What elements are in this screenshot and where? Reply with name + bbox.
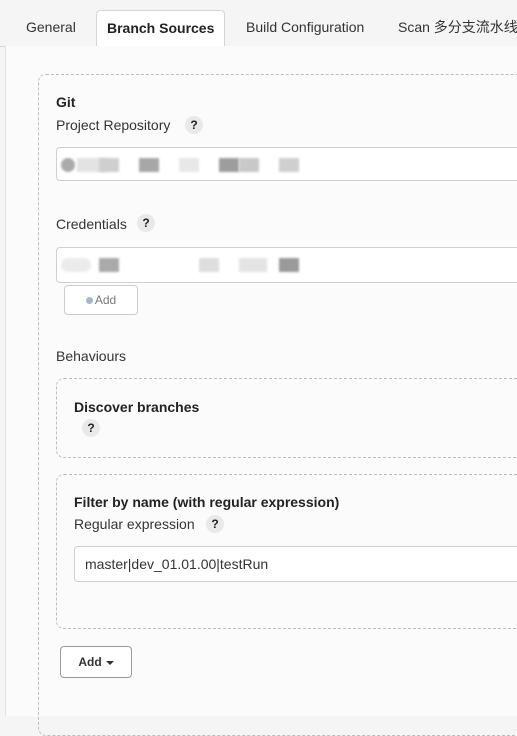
key-icon: [85, 297, 93, 305]
tab-build-configuration[interactable]: Build Configuration: [236, 10, 374, 46]
tab-scan[interactable]: Scan 多分支流水线: [388, 10, 517, 46]
tab-bar: General Branch Sources Build Configurati…: [0, 0, 517, 48]
redacted-value: [239, 158, 259, 172]
git-source-title: Git: [56, 94, 76, 110]
discover-branches-help-icon[interactable]: ?: [82, 419, 100, 437]
redacted-value: [199, 258, 219, 272]
tab-branch-sources[interactable]: Branch Sources: [96, 10, 226, 48]
branch-sources-panel: Git Project Repository ? Credentials ? A…: [5, 46, 517, 736]
add-behaviour-label: Add: [78, 655, 102, 669]
credentials-select[interactable]: [56, 247, 517, 283]
add-behaviour-button[interactable]: Add: [60, 646, 132, 678]
add-credentials-label: Add: [94, 293, 117, 307]
project-repository-label: Project Repository: [56, 117, 171, 133]
redacted-value: [179, 158, 199, 172]
redacted-value: [279, 158, 299, 172]
redacted-value: [279, 258, 299, 272]
regular-expression-input[interactable]: master|dev_01.01.00|testRun: [74, 546, 517, 582]
regular-expression-help-icon[interactable]: ?: [206, 515, 224, 533]
tab-general[interactable]: General: [16, 10, 86, 46]
redacted-value: [61, 258, 91, 272]
discover-branches-title: Discover branches: [74, 399, 200, 415]
project-repository-field[interactable]: [56, 147, 517, 181]
regular-expression-label: Regular expression: [74, 516, 195, 532]
redacted-value: [99, 158, 119, 172]
discover-branches-section: [56, 378, 517, 458]
redacted-value: [139, 158, 159, 172]
add-credentials-button[interactable]: Add: [64, 285, 138, 315]
redacted-value: [239, 258, 267, 272]
redacted-value: [219, 158, 239, 172]
repository-help-icon[interactable]: ?: [185, 116, 203, 134]
filter-by-name-title: Filter by name (with regular expression): [74, 494, 340, 510]
credentials-label: Credentials: [56, 216, 127, 232]
caret-down-icon: [105, 660, 114, 665]
redacted-value: [61, 158, 75, 172]
redacted-value: [99, 258, 119, 272]
regular-expression-value: master|dev_01.01.00|testRun: [85, 556, 269, 572]
behaviours-label: Behaviours: [56, 348, 127, 364]
credentials-help-icon[interactable]: ?: [137, 214, 155, 232]
